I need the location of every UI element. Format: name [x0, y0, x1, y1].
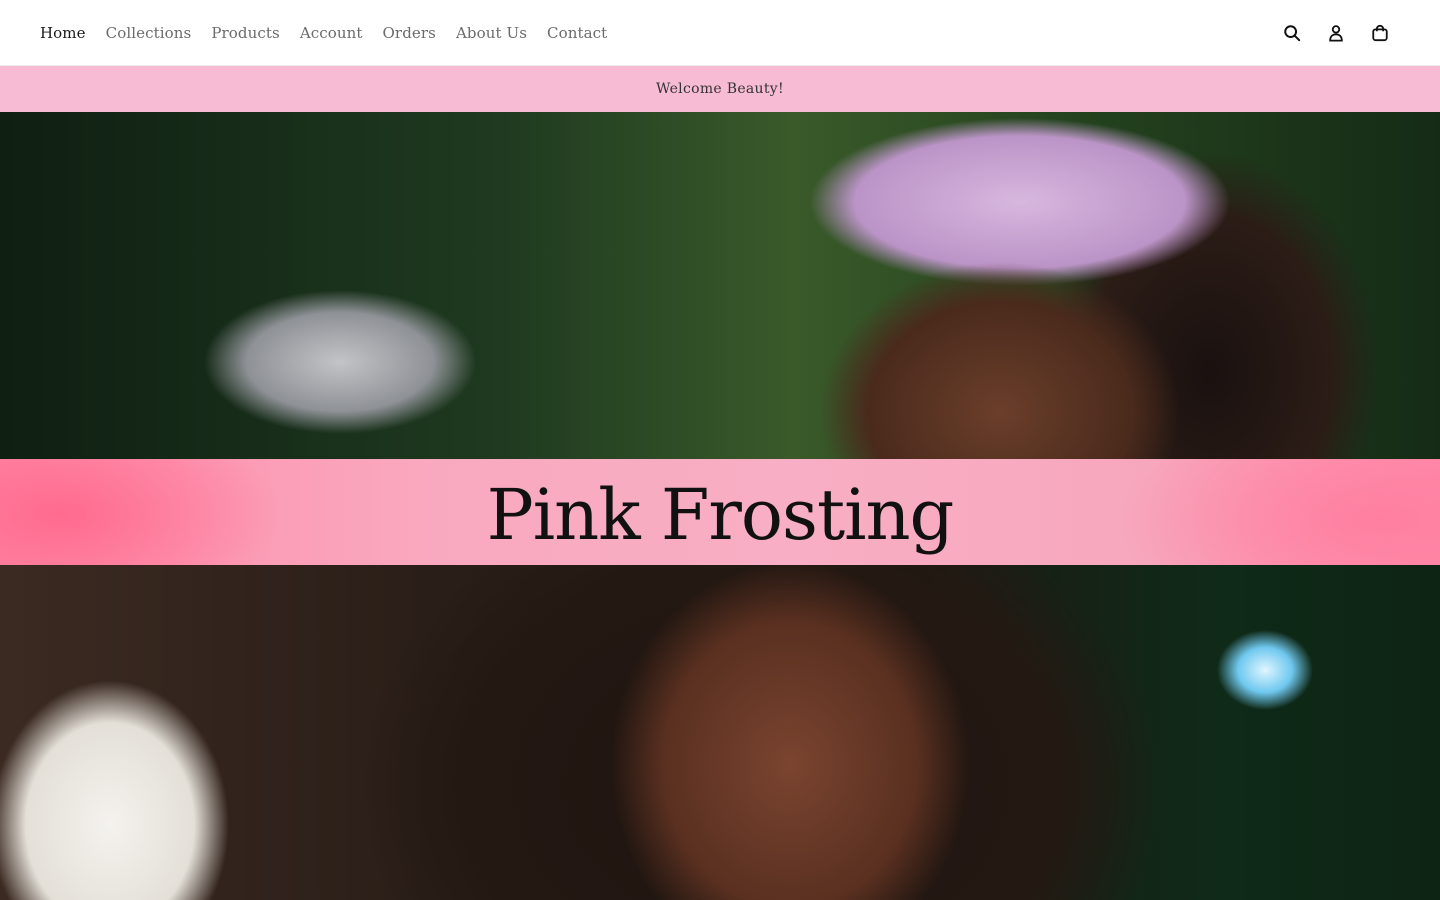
hero-title-band: Pink Frosting — [0, 459, 1440, 565]
account-icon[interactable] — [1326, 23, 1346, 43]
main-nav: Home Collections Products Account Orders… — [40, 24, 627, 42]
nav-account[interactable]: Account — [300, 24, 363, 42]
nav-home[interactable]: Home — [40, 24, 86, 42]
announcement-bar: Welcome Beauty! — [0, 66, 1440, 112]
header-icons — [1282, 23, 1400, 43]
model-with-lip-gloss-photo — [0, 565, 1440, 900]
announcement-text: Welcome Beauty! — [656, 81, 784, 97]
cart-icon[interactable] — [1370, 23, 1390, 43]
nav-contact[interactable]: Contact — [547, 24, 607, 42]
hero-title: Pink Frosting — [486, 474, 955, 556]
nav-orders[interactable]: Orders — [383, 24, 436, 42]
nav-collections[interactable]: Collections — [106, 24, 192, 42]
hero-section: Pink Frosting — [0, 112, 1440, 900]
site-header: Home Collections Products Account Orders… — [0, 0, 1440, 66]
nav-products[interactable]: Products — [211, 24, 279, 42]
nav-about-us[interactable]: About Us — [456, 24, 527, 42]
search-icon[interactable] — [1282, 23, 1302, 43]
model-with-camcorder-photo — [0, 112, 1440, 459]
